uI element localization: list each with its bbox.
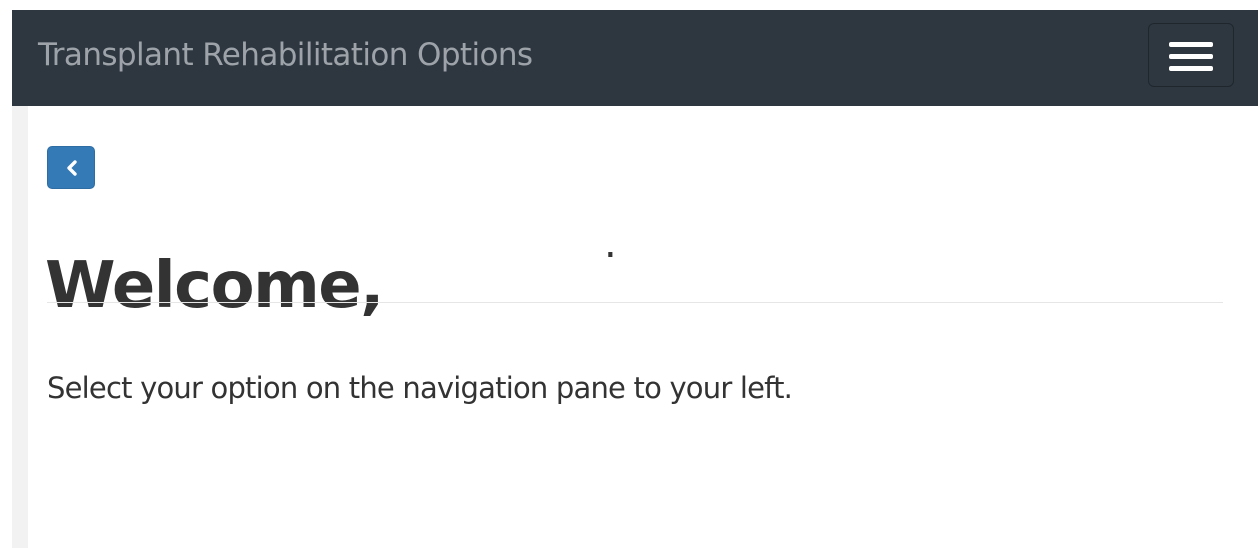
navbar-brand[interactable]: Transplant Rehabilitation Options bbox=[38, 35, 533, 75]
main-content: Welcome, . Select your option on the nav… bbox=[28, 106, 1258, 548]
left-rail bbox=[0, 0, 12, 548]
hamburger-menu-icon bbox=[1169, 42, 1213, 47]
chevron-left-icon bbox=[67, 160, 77, 176]
collapsed-sidebar-edge bbox=[12, 106, 28, 548]
app-frame: Transplant Rehabilitation Options Welcom… bbox=[0, 0, 1258, 548]
hamburger-menu-icon-bar bbox=[1169, 66, 1213, 71]
back-button[interactable] bbox=[47, 146, 95, 189]
heading-divider bbox=[47, 302, 1223, 303]
top-gap bbox=[0, 0, 1258, 10]
welcome-heading: Welcome, bbox=[45, 248, 384, 323]
hamburger-menu-icon-bar bbox=[1169, 54, 1213, 59]
top-navbar: Transplant Rehabilitation Options bbox=[12, 10, 1258, 106]
welcome-heading-suffix: . bbox=[604, 221, 617, 267]
menu-toggle-button[interactable] bbox=[1148, 23, 1234, 87]
instruction-text: Select your option on the navigation pan… bbox=[47, 371, 793, 405]
